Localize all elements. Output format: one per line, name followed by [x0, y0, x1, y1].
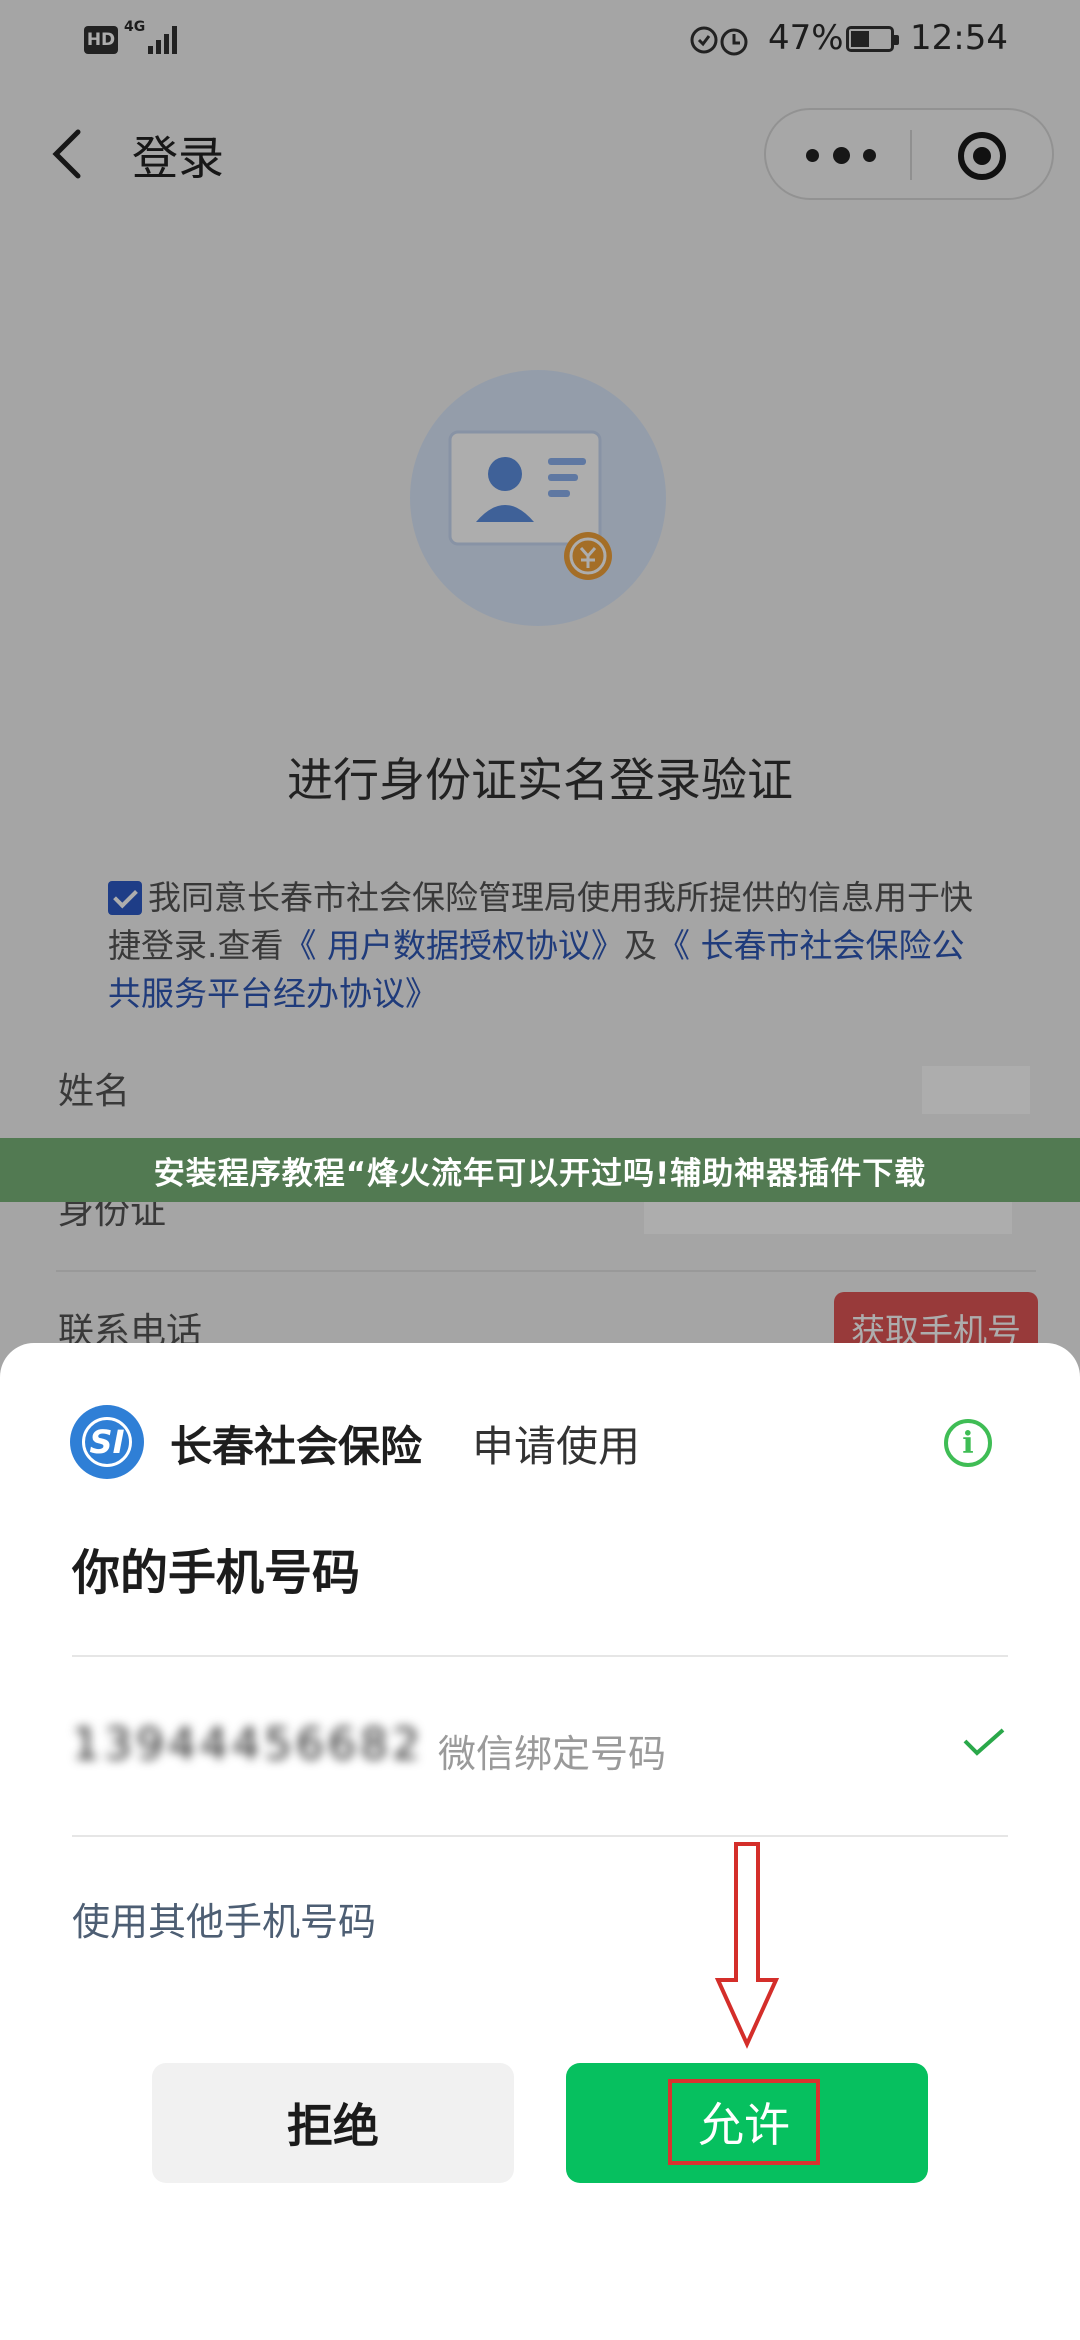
divider	[72, 1835, 1008, 1837]
banner: 安装程序教程“烽火流年可以开过吗!辅助神器插件下载	[0, 1138, 1080, 1202]
request-text: 申请使用	[472, 1422, 641, 1471]
allow-label: 允许	[668, 2079, 820, 2165]
phone-number[interactable]: 13944456682	[72, 1719, 424, 1770]
arrow-down-icon	[714, 1842, 780, 2049]
use-other-phone-link[interactable]: 使用其他手机号码	[72, 1891, 376, 1946]
sheet-heading: 你的手机号码	[72, 1545, 361, 1601]
reject-button[interactable]: 拒绝	[152, 2063, 514, 2183]
info-icon[interactable]: i	[944, 1419, 992, 1467]
si-logo-icon: SI	[70, 1405, 144, 1479]
checkmark-icon	[963, 1728, 1005, 1756]
allow-button[interactable]: 允许	[566, 2063, 928, 2183]
login-screen: HD 4G 47% 12:54 登录 进行身份证实名登录验证 我同意长春市社会保…	[0, 0, 1080, 2340]
phone-note: 微信绑定号码	[438, 1732, 667, 1776]
app-name: 长春社会保险	[170, 1422, 423, 1471]
divider	[72, 1655, 1008, 1657]
authorization-sheet: SI 长春社会保险 申请使用 i 你的手机号码 13944456682 微信绑定…	[0, 1343, 1080, 2340]
